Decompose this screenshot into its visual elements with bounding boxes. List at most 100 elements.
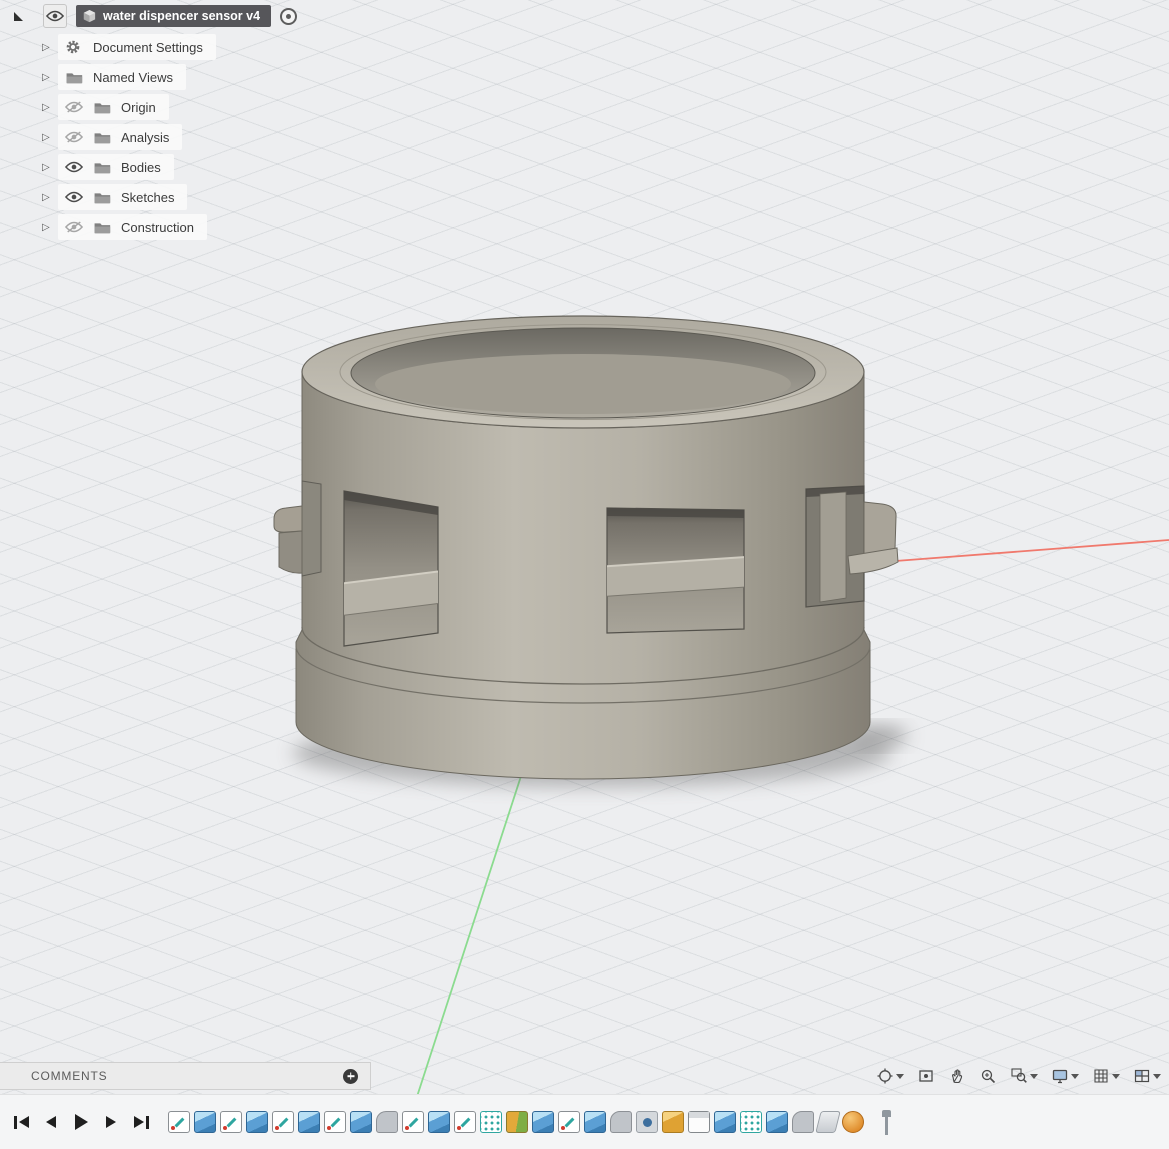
browser-item-analysis[interactable]: Analysis [42, 124, 297, 150]
component-cube-icon [83, 9, 96, 22]
browser-item-sketches[interactable]: Sketches [42, 184, 297, 210]
pan-button[interactable] [946, 1065, 968, 1087]
timeline-sketch-icon[interactable] [402, 1111, 424, 1133]
timeline-extrude-icon[interactable] [766, 1111, 788, 1133]
timeline-fillet-icon[interactable] [610, 1111, 632, 1133]
bore-floor [375, 354, 791, 414]
display-settings-button[interactable] [1049, 1065, 1081, 1087]
browser-item-label: Construction [121, 219, 194, 235]
browser-item-origin[interactable]: Origin [42, 94, 297, 120]
zoom-icon [981, 1069, 996, 1084]
chevron-down-icon[interactable] [1112, 1073, 1120, 1079]
visibility-off-icon[interactable] [65, 101, 85, 113]
viewports-button[interactable] [1131, 1065, 1163, 1087]
timeline-extrude-icon[interactable] [350, 1111, 372, 1133]
model-window[interactable] [343, 490, 439, 647]
visibility-on-icon[interactable] [65, 161, 85, 173]
timeline-extrude-icon[interactable] [428, 1111, 450, 1133]
root-visibility-button[interactable] [43, 4, 67, 28]
browser-panel: water dispencer sensor v4 Document Setti… [0, 0, 298, 244]
snap-arm [819, 491, 847, 603]
zoom-button[interactable] [977, 1065, 999, 1087]
model-clip-left[interactable] [273, 505, 303, 533]
expand-arrow-icon[interactable] [42, 162, 58, 173]
step-forward-button[interactable] [100, 1110, 122, 1134]
model-clip-left[interactable] [278, 530, 303, 574]
fit-view-icon [919, 1070, 933, 1082]
browser-item-construction[interactable]: Construction [42, 214, 297, 240]
go-to-end-button[interactable] [130, 1110, 152, 1134]
zoom-window-icon [1011, 1068, 1027, 1083]
timeline-box-icon[interactable] [688, 1111, 710, 1133]
expand-arrow-icon[interactable] [42, 42, 58, 53]
orbit-icon [877, 1068, 893, 1084]
step-back-button[interactable] [40, 1110, 62, 1134]
fit-view-button[interactable] [915, 1065, 937, 1087]
timeline-sketch-icon[interactable] [454, 1111, 476, 1133]
gear-icon [65, 39, 85, 55]
browser-root-row[interactable]: water dispencer sensor v4 [14, 4, 298, 28]
expand-arrow-icon[interactable] [42, 132, 58, 143]
timeline-sketch-icon[interactable] [168, 1111, 190, 1133]
folder-icon [93, 131, 113, 144]
expand-arrow-icon[interactable] [42, 72, 58, 83]
timeline-sketch-icon[interactable] [272, 1111, 294, 1133]
pan-hand-icon [952, 1069, 963, 1084]
visibility-off-icon[interactable] [65, 221, 85, 233]
activate-component-radio[interactable] [280, 7, 298, 25]
expand-arrow-icon[interactable] [42, 102, 58, 113]
expand-arrow-icon[interactable] [42, 222, 58, 233]
eye-icon [46, 10, 64, 22]
play-button[interactable] [70, 1110, 92, 1134]
browser-item-document-settings[interactable]: Document Settings [42, 34, 297, 60]
timeline-extrude-icon[interactable] [714, 1111, 736, 1133]
chevron-down-icon[interactable] [1153, 1073, 1161, 1079]
timeline-extrude-icon[interactable] [246, 1111, 268, 1133]
grid-and-snaps-button[interactable] [1090, 1065, 1122, 1087]
collapse-all-icon[interactable] [14, 11, 23, 21]
timeline-playhead[interactable] [882, 1109, 891, 1135]
timeline-pattern-icon[interactable] [740, 1111, 762, 1133]
timeline-extrude-icon[interactable] [298, 1111, 320, 1133]
timeline-playback-controls [0, 1110, 152, 1134]
timeline-fillet-icon[interactable] [792, 1111, 814, 1133]
model-window[interactable] [301, 480, 322, 577]
viewports-icon [1134, 1069, 1150, 1083]
timeline-extrude-icon[interactable] [194, 1111, 216, 1133]
browser-item-label: Named Views [93, 69, 173, 85]
model-body[interactable] [273, 315, 899, 780]
comments-bar[interactable]: COMMENTS [0, 1062, 371, 1090]
timeline-features [168, 1111, 864, 1133]
timeline-pattern-icon[interactable] [480, 1111, 502, 1133]
browser-item-named-views[interactable]: Named Views [42, 64, 297, 90]
timeline-sketch-icon[interactable] [220, 1111, 242, 1133]
browser-item-chip: Origin [58, 94, 169, 120]
timeline-move-icon[interactable] [662, 1111, 684, 1133]
timeline-sketch-icon[interactable] [558, 1111, 580, 1133]
chevron-down-icon[interactable] [1030, 1073, 1038, 1079]
browser-item-label: Origin [121, 99, 156, 115]
timeline-plane-icon[interactable] [815, 1111, 841, 1133]
timeline-extrude-icon[interactable] [584, 1111, 606, 1133]
timeline-combine-icon[interactable] [506, 1111, 528, 1133]
go-to-start-button[interactable] [10, 1110, 32, 1134]
document-title-bar[interactable]: water dispencer sensor v4 [76, 5, 272, 27]
timeline-hole-icon[interactable] [636, 1111, 658, 1133]
zoom-window-button[interactable] [1008, 1065, 1040, 1087]
browser-item-label: Sketches [121, 189, 175, 205]
timeline-sketch-icon[interactable] [324, 1111, 346, 1133]
expand-arrow-icon[interactable] [42, 192, 58, 203]
browser-item-bodies[interactable]: Bodies [42, 154, 297, 180]
visibility-on-icon[interactable] [65, 191, 85, 203]
browser-item-chip: Sketches [58, 184, 188, 210]
add-comment-icon[interactable] [343, 1068, 358, 1084]
folder-icon [93, 191, 113, 204]
timeline-extrude-icon[interactable] [532, 1111, 554, 1133]
chevron-down-icon[interactable] [1071, 1073, 1079, 1079]
timeline-form-icon[interactable] [842, 1111, 864, 1133]
app-window: water dispencer sensor v4 Document Setti… [0, 0, 1169, 1149]
visibility-off-icon[interactable] [65, 131, 85, 143]
chevron-down-icon[interactable] [896, 1073, 904, 1079]
orbit-button[interactable] [874, 1065, 906, 1087]
timeline-fillet-icon[interactable] [376, 1111, 398, 1133]
